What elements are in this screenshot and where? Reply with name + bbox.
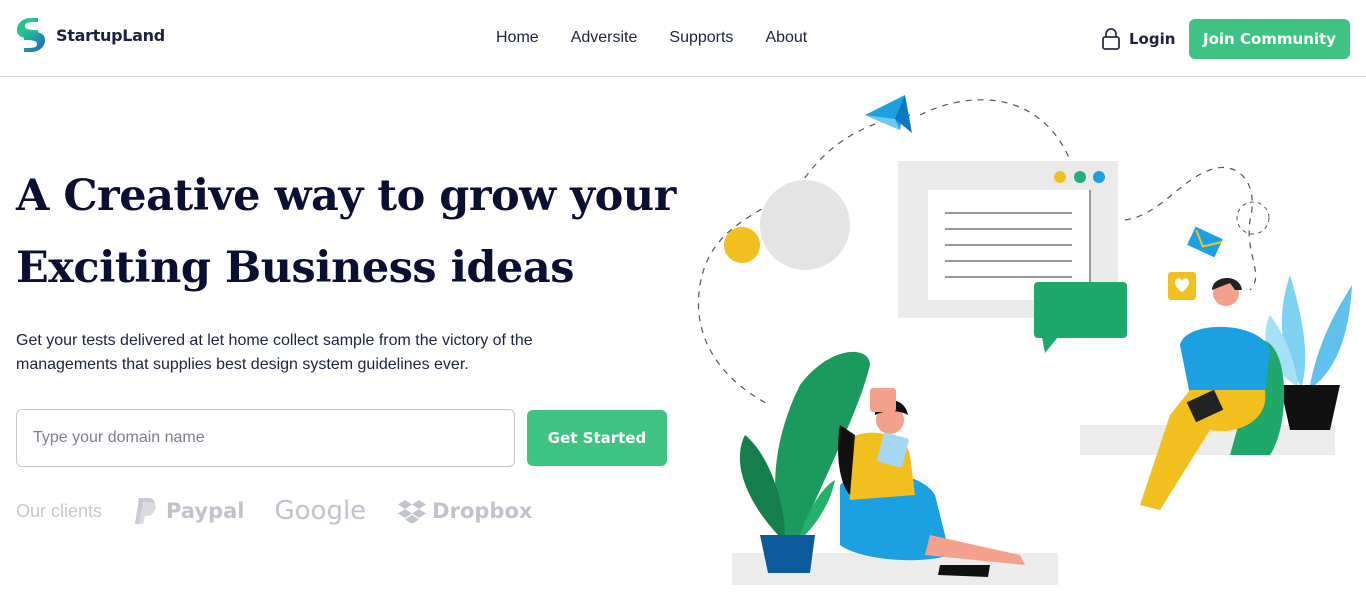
seated-man-graphic	[1140, 277, 1285, 510]
hero-title-line1: A Creative way to grow your	[16, 171, 676, 221]
main-nav: Home Adversite Supports About	[496, 29, 839, 47]
hero-description-line2: managements that supplies best design sy…	[16, 356, 469, 373]
domain-input[interactable]	[16, 409, 515, 467]
client-paypal: Paypal	[134, 497, 244, 525]
hero-description-line1: Get your tests delivered at let home col…	[16, 332, 533, 349]
brand-name: StartupLand	[56, 25, 165, 45]
nav-item-supports[interactable]: Supports	[669, 29, 733, 47]
brand-logo[interactable]: StartupLand	[16, 16, 165, 54]
hero-description: Get your tests delivered at let home col…	[16, 329, 606, 377]
site-header: StartupLand Home Adversite Supports Abou…	[0, 0, 1366, 77]
envelope-icon	[1187, 226, 1223, 258]
login-link[interactable]: Login	[1101, 27, 1175, 51]
yellow-dot	[724, 227, 760, 263]
dropbox-icon	[398, 500, 427, 523]
heart-badge-icon	[1168, 272, 1196, 300]
chat-bubble-icon	[1034, 282, 1127, 353]
get-started-button[interactable]: Get Started	[527, 410, 667, 466]
paypal-icon	[135, 498, 156, 524]
hero-title-line2: Exciting Business ideas	[16, 243, 574, 293]
nav-item-home[interactable]: Home	[496, 29, 539, 47]
startupland-logo-icon	[17, 18, 45, 52]
client-google: Google	[274, 496, 366, 526]
nav-item-about[interactable]: About	[765, 29, 807, 47]
dashed-path-right	[1124, 166, 1257, 291]
hero-title: A Creative way to grow your Exciting Bus…	[16, 160, 676, 304]
grey-texture-circle	[760, 180, 850, 270]
dashed-circle	[1236, 201, 1270, 235]
login-label: Login	[1129, 30, 1176, 48]
dropbox-label: Dropbox	[432, 499, 533, 523]
lock-icon	[1102, 28, 1120, 50]
clients-label: Our clients	[16, 500, 103, 521]
seated-woman-graphic	[838, 388, 1025, 577]
client-dropbox: Dropbox	[398, 499, 532, 523]
paypal-label: Paypal	[166, 499, 245, 523]
hero-illustration	[697, 95, 1352, 585]
clients-row: Our clients Paypal Google Dropbox	[16, 496, 532, 526]
paper-plane-icon	[865, 95, 912, 133]
join-community-button[interactable]: Join Community	[1189, 19, 1350, 59]
dashed-path-top	[919, 99, 1071, 161]
google-icon: Google	[274, 496, 367, 526]
nav-item-adversite[interactable]: Adversite	[571, 29, 638, 47]
